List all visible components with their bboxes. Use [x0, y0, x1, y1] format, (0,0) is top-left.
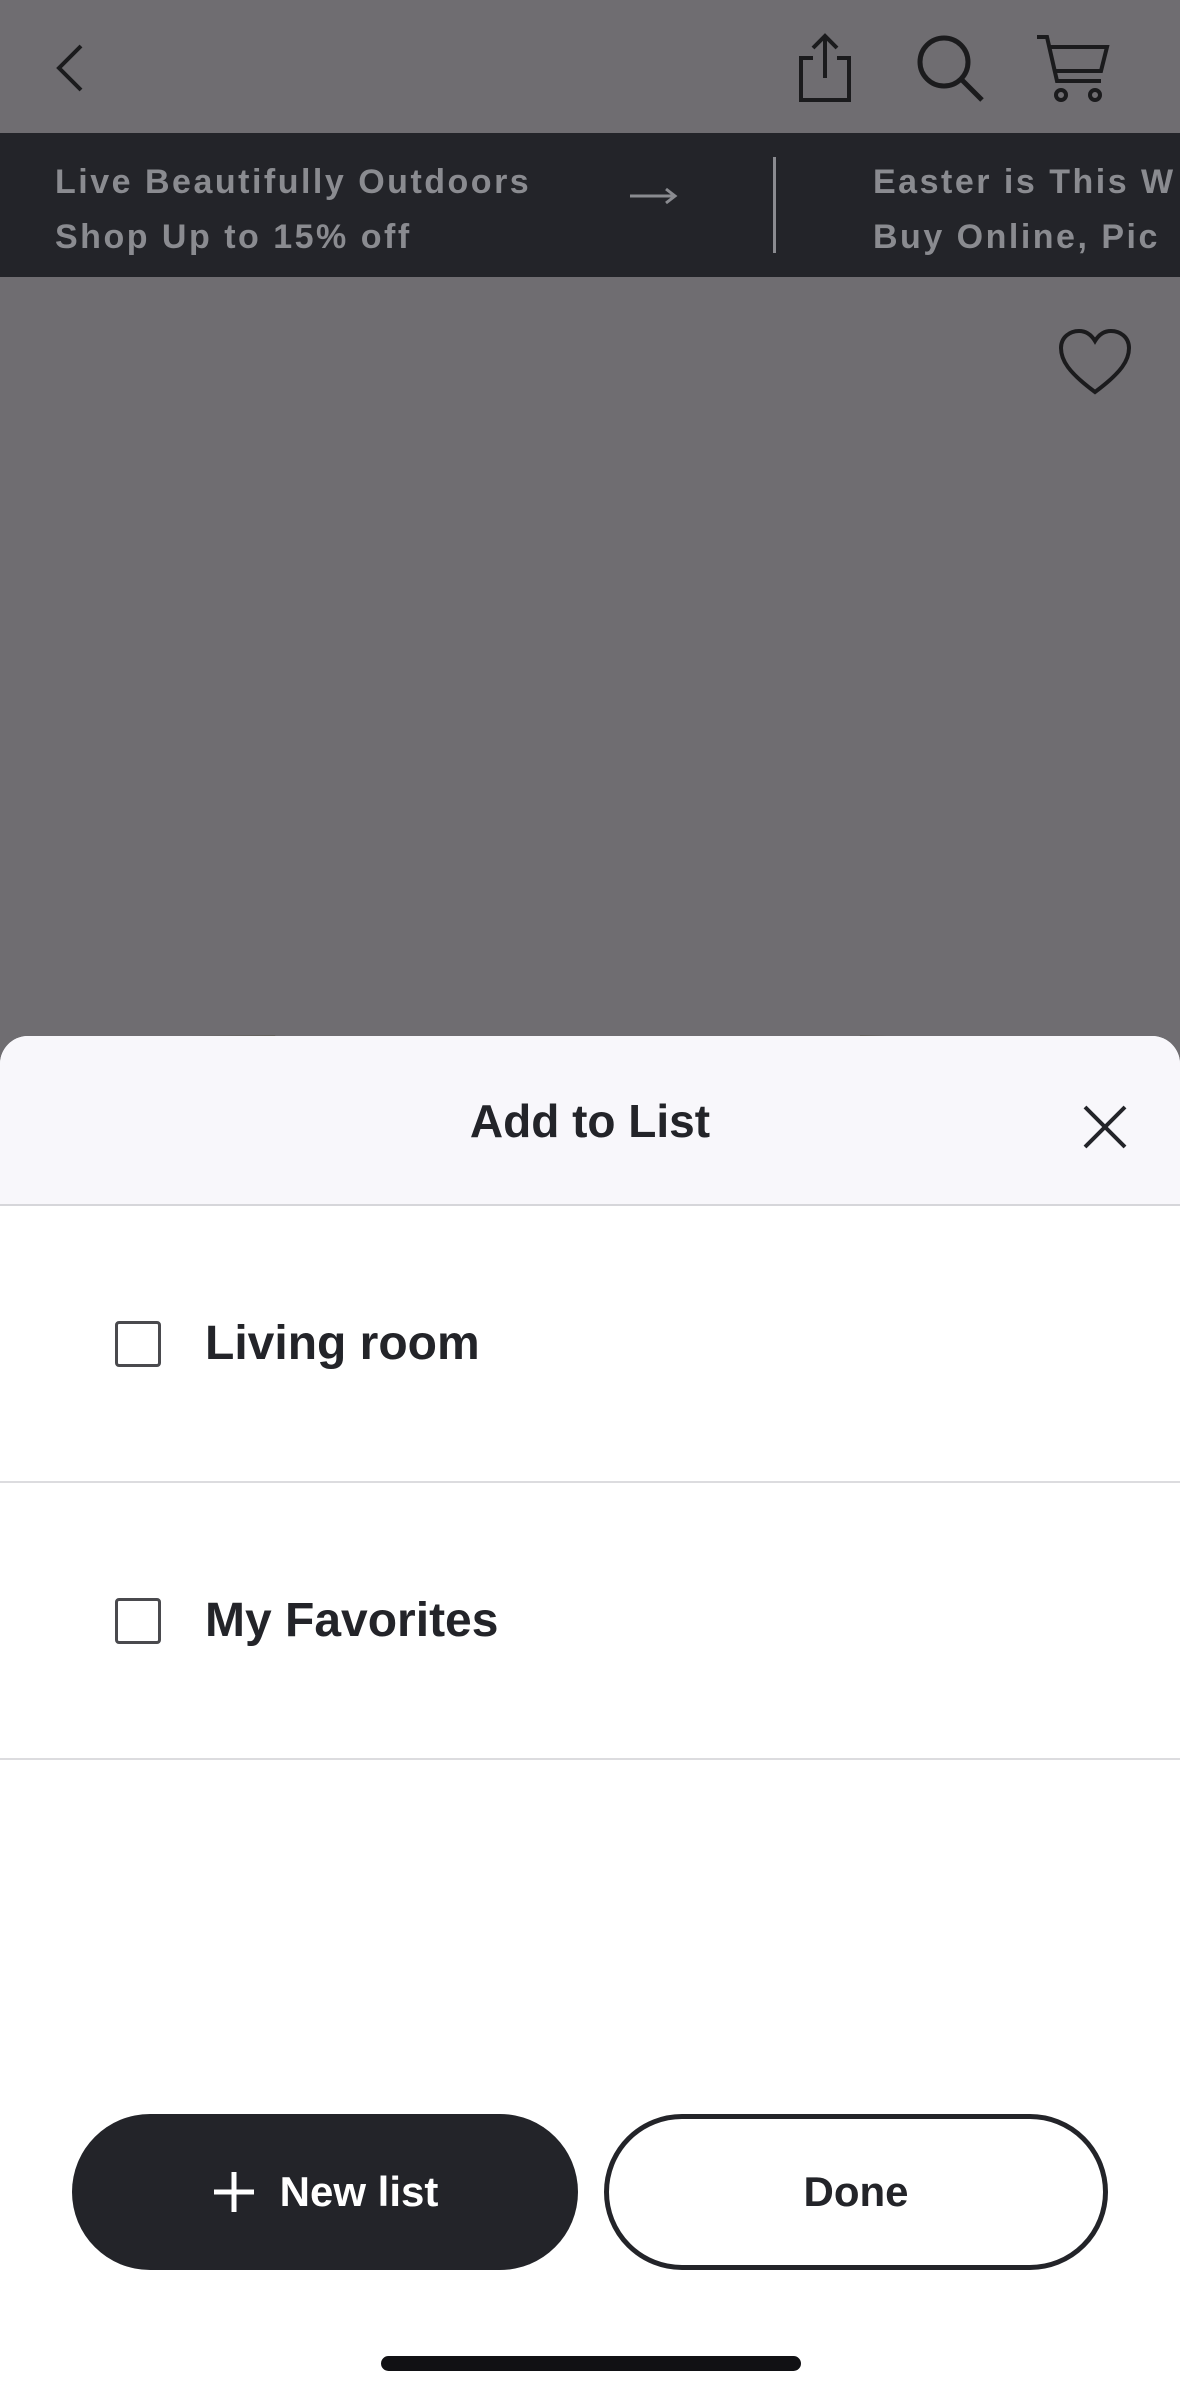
sheet-header: Add to List	[0, 1036, 1180, 1206]
list-item-my-favorites[interactable]: My Favorites	[0, 1483, 1180, 1760]
list-item-living-room[interactable]: Living room	[0, 1206, 1180, 1483]
promo-line-1: Live Beautifully Outdoors	[55, 163, 532, 201]
product-image	[0, 277, 1180, 1037]
new-list-button[interactable]: New list	[72, 2114, 578, 2270]
list-checkbox[interactable]	[115, 1597, 161, 1644]
share-icon[interactable]	[785, 24, 865, 112]
done-button[interactable]: Done	[604, 2114, 1108, 2270]
promo-line-1: Easter is This W	[873, 163, 1176, 201]
close-icon	[1083, 1105, 1127, 1149]
list-checkbox[interactable]	[115, 1320, 161, 1367]
promo-item[interactable]: Easter is This W Buy Online, Pic	[873, 155, 1176, 265]
sheet-title: Add to List	[469, 1095, 711, 1147]
add-to-list-sheet: Add to List Living room My Favorites New…	[0, 1036, 1180, 2396]
plus-icon	[213, 2172, 254, 2212]
cart-icon[interactable]	[1028, 24, 1118, 112]
arrow-right-icon	[630, 187, 678, 210]
promo-item[interactable]: Live Beautifully Outdoors Shop Up to 15%…	[55, 155, 531, 265]
close-button[interactable]	[1072, 1094, 1138, 1160]
top-nav-bar	[0, 0, 1180, 133]
search-icon[interactable]	[905, 24, 995, 112]
promo-banner: Live Beautifully Outdoors Shop Up to 15%…	[0, 133, 1180, 277]
heart-icon[interactable]	[1058, 328, 1132, 398]
promo-line-2: Shop Up to 15% off	[55, 218, 412, 256]
home-indicator[interactable]	[381, 2356, 801, 2371]
new-list-label: New list	[279, 2168, 439, 2215]
promo-line-2: Buy Online, Pic	[873, 218, 1160, 256]
promo-divider	[773, 157, 776, 253]
list-item-label: My Favorites	[205, 1594, 499, 1647]
list-item-label: Living room	[205, 1317, 480, 1370]
back-icon[interactable]	[40, 24, 100, 112]
